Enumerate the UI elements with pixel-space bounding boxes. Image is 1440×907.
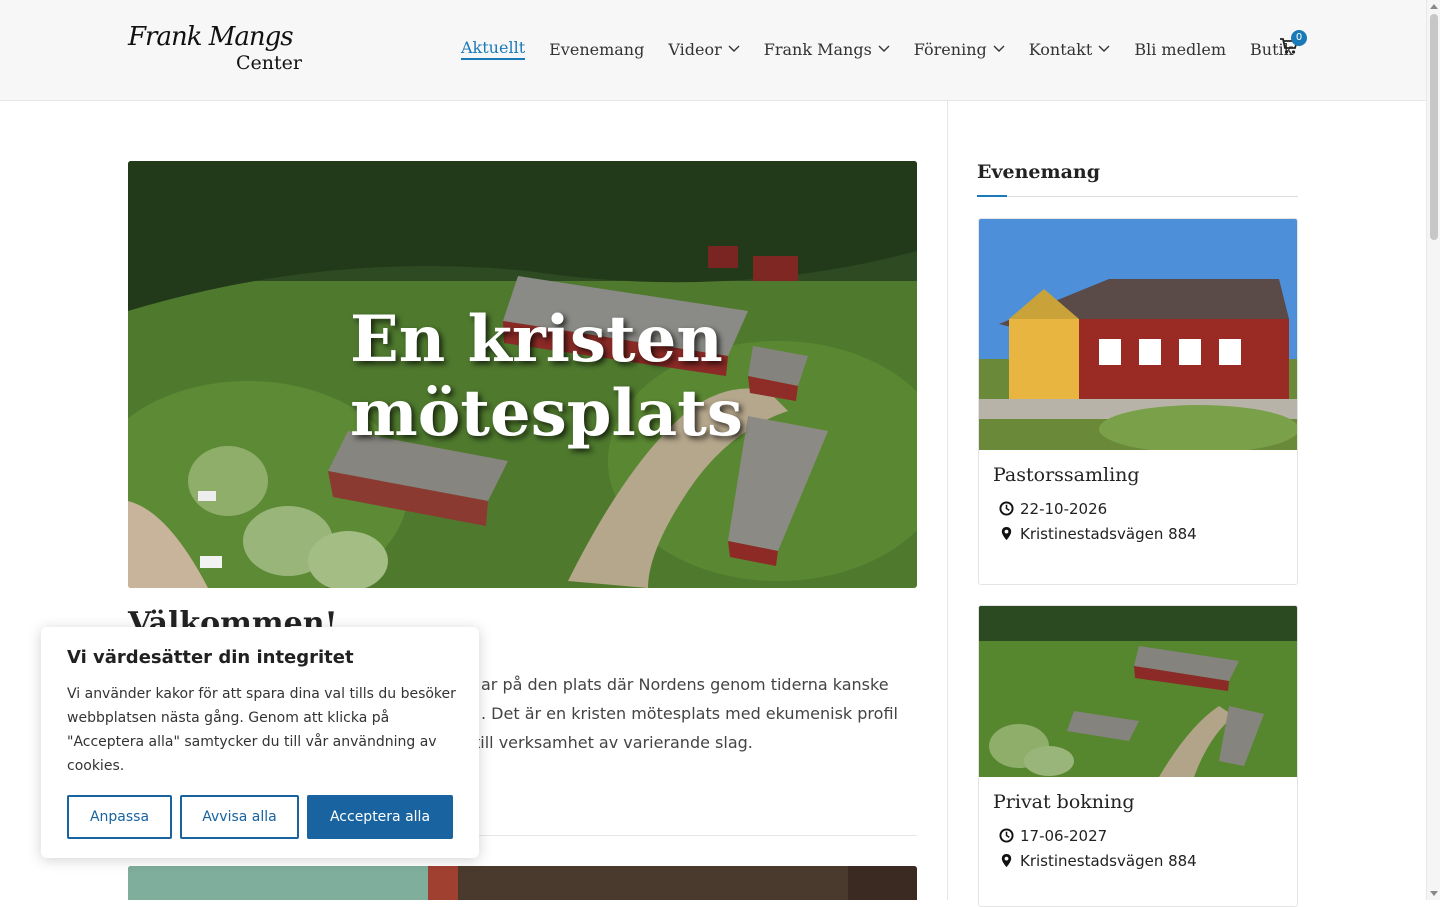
clock-icon: [999, 501, 1014, 516]
event-image: [979, 606, 1297, 777]
post-image: [128, 866, 917, 900]
sidebar-title: Evenemang: [977, 161, 1101, 183]
scroll-up-arrow[interactable]: [1430, 4, 1438, 9]
event-card[interactable]: Pastorssamling 22-10-2026 Kristinestadsv…: [978, 218, 1298, 585]
chevron-down-icon: [1098, 45, 1110, 52]
event-title: Pastorssamling: [993, 464, 1140, 486]
post-photo: [128, 866, 917, 900]
clock-icon: [999, 828, 1014, 843]
event-date: 17-06-2027: [1020, 826, 1108, 845]
chevron-down-icon: [728, 45, 740, 52]
nav-item-evenemang[interactable]: Evenemang: [549, 40, 644, 59]
cookie-text: Vi använder kakor för att spara dina val…: [67, 686, 456, 774]
customize-button[interactable]: Anpassa: [67, 795, 172, 839]
page-scrollbar[interactable]: [1426, 0, 1440, 900]
hero-image: En kristen mötesplats: [128, 161, 917, 588]
main-nav: Aktuellt Evenemang Videor Frank Mangs Fö…: [461, 38, 1293, 60]
logo-line1: Frank Mangs: [128, 22, 294, 52]
accept-all-button[interactable]: Acceptera alla: [307, 795, 453, 839]
scrollbar-thumb[interactable]: [1430, 14, 1438, 240]
event-card[interactable]: Privat bokning 17-06-2027 Kristinestadsv…: [978, 605, 1298, 907]
nav-item-aktuellt[interactable]: Aktuellt: [461, 38, 526, 60]
cookie-consent-dialog: Vi värdesätter din integritet Vi använde…: [41, 627, 479, 858]
nav-item-forening[interactable]: Förening: [914, 40, 1005, 59]
nav-item-kontakt[interactable]: Kontakt: [1029, 40, 1111, 59]
sidebar-title-rule: [977, 196, 1298, 197]
nav-item-frank-mangs[interactable]: Frank Mangs: [764, 40, 890, 59]
event-title: Privat bokning: [993, 791, 1135, 813]
site-logo[interactable]: Frank Mangs Center: [128, 22, 303, 78]
cart-count-badge: 0: [1291, 30, 1307, 46]
sidebar-divider: [947, 101, 948, 900]
chevron-down-icon: [993, 45, 1005, 52]
logo-line2: Center: [236, 52, 302, 74]
event-location: Kristinestadsvägen 884: [1020, 524, 1197, 543]
hero-title: En kristen mötesplats: [350, 302, 743, 451]
chevron-down-icon: [878, 45, 890, 52]
nav-item-bli-medlem[interactable]: Bli medlem: [1134, 40, 1226, 59]
cookie-title: Vi värdesätter din integritet: [67, 647, 354, 668]
location-pin-icon: [1001, 853, 1012, 868]
sidebar-title-accent: [977, 195, 1007, 197]
event-location: Kristinestadsvägen 884: [1020, 851, 1197, 870]
scroll-down-arrow[interactable]: [1430, 891, 1438, 896]
event-date: 22-10-2026: [1020, 499, 1108, 518]
site-header: Frank Mangs Center Aktuellt Evenemang Vi…: [0, 0, 1426, 101]
event-image: [979, 219, 1297, 450]
reject-all-button[interactable]: Avvisa alla: [180, 795, 299, 839]
location-pin-icon: [1001, 526, 1012, 541]
nav-item-videor[interactable]: Videor: [668, 40, 740, 59]
